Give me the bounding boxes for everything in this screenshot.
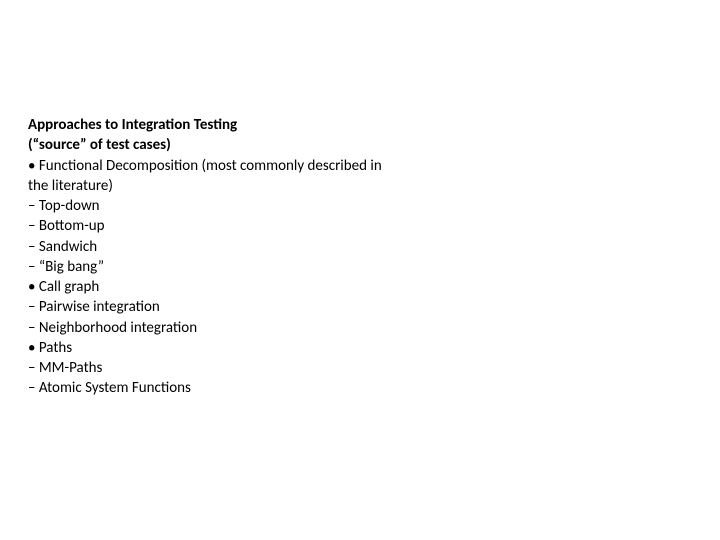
body-line: – MM-Paths <box>28 358 680 378</box>
body-line: • Functional Decomposition (most commonl… <box>28 156 680 176</box>
slide-title: Approaches to Integration Testing <box>28 115 680 135</box>
body-line: the literature) <box>28 176 680 196</box>
body-line: – Sandwich <box>28 237 680 257</box>
body-line: • Paths <box>28 338 680 358</box>
body-line: – Top-down <box>28 196 680 216</box>
body-line: – Pairwise integration <box>28 297 680 317</box>
slide-subtitle: (“source” of test cases) <box>28 135 680 155</box>
body-line: • Call graph <box>28 277 680 297</box>
body-line: – “Big bang” <box>28 257 680 277</box>
slide: Approaches to Integration Testing (“sour… <box>0 0 720 540</box>
body-line: – Bottom-up <box>28 216 680 236</box>
body-line: – Neighborhood integration <box>28 318 680 338</box>
body-line: – Atomic System Functions <box>28 378 680 398</box>
